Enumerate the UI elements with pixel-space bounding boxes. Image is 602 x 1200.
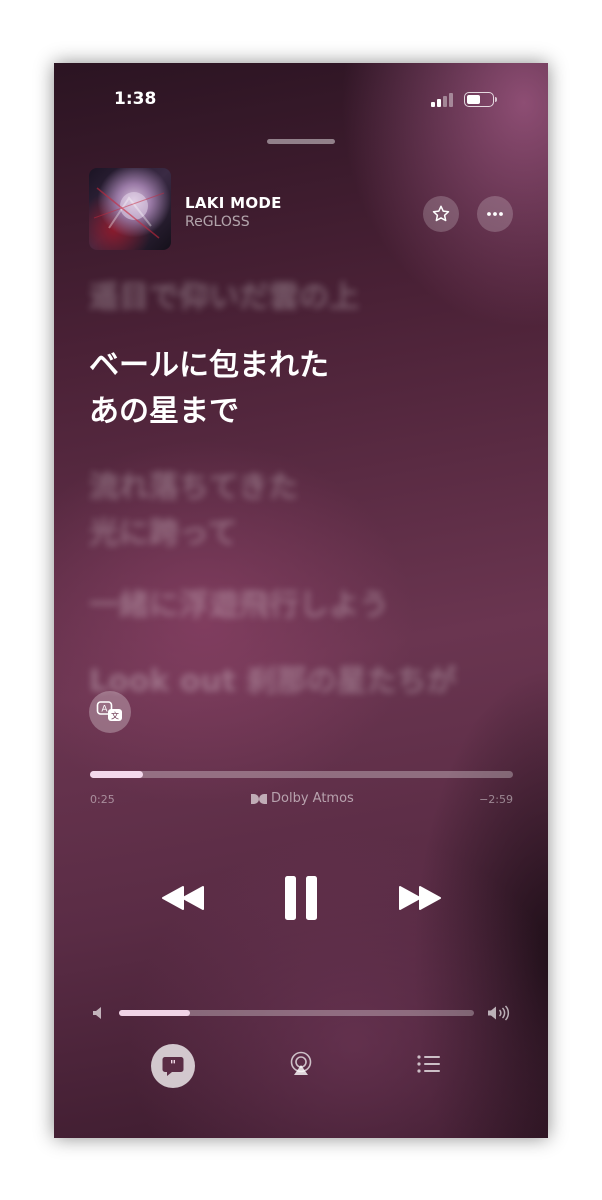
ellipsis-icon bbox=[487, 212, 503, 216]
airplay-icon bbox=[290, 1051, 312, 1075]
star-icon bbox=[432, 205, 450, 222]
queue-list-icon bbox=[417, 1055, 440, 1073]
lyric-text: Look out 刹那の星たちが bbox=[89, 664, 457, 699]
now-playing-screen: 1:38 LAKI MODE ReGLOSS 遥目で仰いだ雲の上 ベールに包まれ… bbox=[54, 63, 548, 1138]
rewind-icon bbox=[162, 886, 204, 910]
queue-button[interactable] bbox=[415, 1051, 443, 1077]
progress-fill bbox=[90, 771, 143, 778]
cellular-signal-icon bbox=[431, 93, 457, 107]
next-track-button[interactable] bbox=[392, 878, 448, 918]
lyric-line-upcoming[interactable]: Look out 刹那の星たちが bbox=[89, 659, 529, 705]
svg-text:文: 文 bbox=[111, 711, 119, 721]
translate-button[interactable]: A 文 bbox=[89, 691, 131, 733]
lyrics-quote-icon: " bbox=[162, 1057, 184, 1076]
lyric-line-upcoming[interactable]: 一緒に浮遊飛行しよう bbox=[89, 583, 529, 629]
fast-forward-icon bbox=[399, 886, 441, 910]
lyric-text: ベールに包まれた bbox=[89, 348, 329, 383]
playback-progress-slider[interactable] bbox=[90, 771, 513, 778]
track-artist[interactable]: ReGLOSS bbox=[185, 214, 250, 230]
volume-slider[interactable] bbox=[119, 1010, 474, 1016]
more-button[interactable] bbox=[477, 196, 513, 232]
lyric-text: 遥目で仰いだ雲の上 bbox=[89, 280, 359, 315]
favorite-button[interactable] bbox=[423, 196, 459, 232]
album-artwork[interactable] bbox=[89, 168, 171, 250]
svg-text:A: A bbox=[101, 705, 108, 715]
speaker-low-icon bbox=[90, 1004, 106, 1022]
airplay-button[interactable] bbox=[286, 1049, 316, 1079]
track-title[interactable]: LAKI MODE bbox=[185, 194, 282, 212]
pause-icon bbox=[285, 876, 317, 920]
status-time: 1:38 bbox=[114, 89, 157, 109]
speaker-high-icon bbox=[486, 1003, 512, 1023]
previous-track-button[interactable] bbox=[155, 878, 211, 918]
battery-icon bbox=[464, 92, 497, 107]
lyric-text: 流れ落ちてきた bbox=[89, 470, 299, 505]
play-pause-button[interactable] bbox=[276, 870, 326, 926]
lyric-line-upcoming[interactable]: 流れ落ちてきた 光に跨って bbox=[89, 465, 529, 557]
lyric-line-previous[interactable]: 遥目で仰いだ雲の上 bbox=[89, 275, 529, 321]
elapsed-time: 0:25 bbox=[90, 793, 115, 806]
sheet-grabber[interactable] bbox=[267, 139, 335, 144]
dolby-atmos-badge: Dolby Atmos bbox=[250, 791, 354, 806]
dolby-label: Dolby Atmos bbox=[271, 791, 354, 806]
lyric-text: あの星まで bbox=[89, 394, 239, 429]
lyrics-button[interactable]: " bbox=[151, 1044, 195, 1088]
volume-fill bbox=[119, 1010, 190, 1016]
translate-icon: A 文 bbox=[96, 701, 122, 721]
dolby-icon bbox=[251, 793, 267, 804]
lyric-text: 光に跨って bbox=[89, 516, 238, 551]
svg-text:": " bbox=[170, 1058, 176, 1072]
lyric-text: 一緒に浮遊飛行しよう bbox=[89, 588, 389, 623]
lyric-line-current[interactable]: ベールに包まれた あの星まで bbox=[89, 343, 529, 435]
remaining-time: −2:59 bbox=[479, 793, 513, 806]
